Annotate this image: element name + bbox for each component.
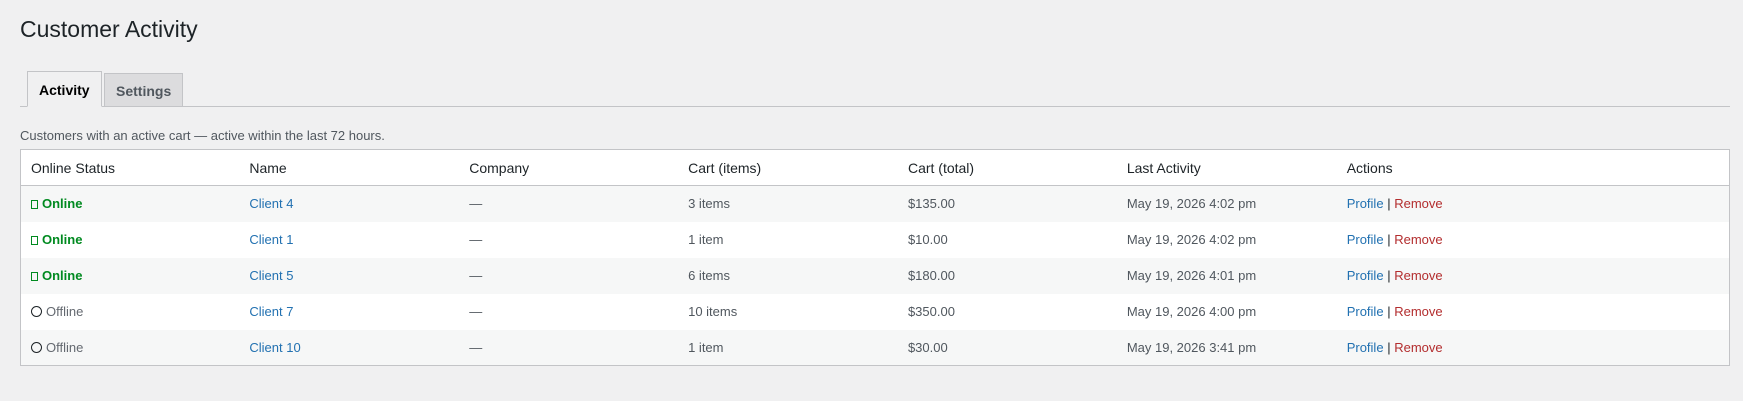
company-cell: — — [459, 329, 679, 366]
status-online: Online — [31, 268, 82, 283]
online-indicator-icon — [31, 200, 38, 210]
action-separator: | — [1387, 232, 1391, 247]
table-row: Offline Client 10 — 1 item $30.00 May 19… — [20, 329, 1730, 366]
company-cell: — — [469, 304, 483, 319]
column-header-online-status: Online Status — [20, 149, 240, 186]
table-row: Online Client 4 — 3 items $135.00 May 19… — [20, 185, 1730, 222]
status-offline: Offline — [31, 340, 83, 355]
last-activity-cell: May 19, 2026 4:01 pm — [1116, 257, 1337, 294]
status-label: Online — [42, 196, 83, 212]
cart-items-cell: 1 item — [688, 232, 724, 247]
profile-link[interactable]: Profile — [1347, 268, 1384, 283]
table-header-row: Online Status Name Company Cart (items) … — [20, 149, 1730, 186]
customer-name-link[interactable]: Client 10 — [249, 340, 300, 355]
actions-cell: Profile | Remove — [1336, 329, 1730, 366]
table-row: Online Client 5 — 6 items $180.00 May 19… — [20, 257, 1730, 294]
status-label: Online — [42, 268, 83, 283]
page-wrap: Customer Activity Activity Settings Cust… — [20, 0, 1730, 366]
column-header-actions: Actions — [1336, 149, 1730, 186]
cart-total-cell: $10.00 — [907, 232, 948, 247]
action-separator: | — [1387, 304, 1391, 319]
customer-name-link[interactable]: Client 4 — [249, 196, 293, 211]
cart-items-cell: 6 items — [678, 257, 898, 294]
online-status-cell: Offline — [21, 294, 240, 330]
action-separator: | — [1387, 339, 1391, 355]
table-row: Online Client 1 — 1 item $10.00 May 19, … — [21, 222, 1730, 258]
cart-items-cell: 3 items — [678, 185, 898, 222]
online-status-cell: Online — [20, 185, 240, 222]
column-header-cart-total: Cart (total) — [897, 149, 1117, 186]
status-label: Offline — [46, 339, 84, 355]
table-row: Offline Client 7 — 10 items $350.00 May … — [21, 294, 1730, 330]
column-header-name: Name — [239, 149, 460, 186]
company-cell: — — [459, 257, 679, 294]
customer-name-link[interactable]: Client 5 — [249, 268, 293, 283]
column-header-last-activity: Last Activity — [1116, 149, 1337, 186]
profile-link[interactable]: Profile — [1347, 232, 1384, 247]
online-status-cell: Online — [21, 222, 240, 258]
actions-cell: Profile | Remove — [1336, 257, 1730, 294]
customer-name-link[interactable]: Client 1 — [249, 232, 293, 247]
last-activity-cell: May 19, 2026 3:41 pm — [1116, 329, 1337, 366]
tab-settings[interactable]: Settings — [104, 73, 184, 107]
last-activity-cell: May 19, 2026 4:02 pm — [1116, 185, 1337, 222]
online-status-cell: Offline — [20, 329, 240, 366]
actions-cell: Profile | Remove — [1337, 294, 1730, 330]
company-cell: — — [459, 185, 679, 222]
page-title: Customer Activity — [20, 16, 198, 42]
actions-cell: Profile | Remove — [1336, 185, 1730, 222]
remove-link[interactable]: Remove — [1394, 196, 1442, 211]
name-cell: Client 5 — [239, 257, 460, 294]
online-indicator-icon — [31, 236, 38, 245]
profile-link[interactable]: Profile — [1347, 340, 1384, 355]
online-indicator-icon — [31, 272, 38, 281]
online-status-cell: Online — [20, 257, 240, 294]
name-cell: Client 1 — [239, 222, 459, 258]
status-offline: Offline — [31, 304, 83, 319]
profile-link[interactable]: Profile — [1347, 196, 1384, 211]
name-cell: Client 7 — [239, 294, 459, 330]
status-label: Online — [42, 232, 83, 247]
name-cell: Client 4 — [239, 185, 460, 222]
action-separator: | — [1387, 268, 1391, 283]
cart-total-cell: $30.00 — [897, 329, 1117, 366]
status-online: Online — [31, 196, 82, 211]
customer-name-link[interactable]: Client 7 — [249, 304, 293, 319]
company-cell: — — [469, 232, 483, 247]
tab-activity[interactable]: Activity — [27, 71, 102, 107]
page-description: Customers with an active cart — active w… — [20, 128, 385, 143]
remove-link[interactable]: Remove — [1394, 304, 1442, 319]
cart-total-cell: $350.00 — [907, 304, 955, 319]
last-activity-cell: May 19, 2026 4:00 pm — [1126, 304, 1257, 319]
profile-link[interactable]: Profile — [1347, 304, 1384, 319]
cart-items-cell: 10 items — [688, 304, 738, 319]
column-header-cart-items: Cart (items) — [678, 149, 898, 186]
last-activity-cell: May 19, 2026 4:02 pm — [1126, 232, 1257, 247]
remove-link[interactable]: Remove — [1394, 232, 1442, 247]
tab-bar: Activity Settings — [20, 70, 1730, 107]
remove-link[interactable]: Remove — [1394, 340, 1442, 355]
name-cell: Client 10 — [239, 329, 460, 366]
column-header-company: Company — [459, 149, 679, 186]
remove-link[interactable]: Remove — [1394, 268, 1442, 283]
actions-cell: Profile | Remove — [1337, 222, 1730, 258]
offline-circle-icon — [31, 306, 42, 317]
action-separator: | — [1387, 196, 1391, 212]
cart-total-cell: $135.00 — [897, 185, 1117, 222]
cart-items-cell: 1 item — [678, 329, 898, 366]
status-label: Offline — [46, 304, 84, 319]
status-online: Online — [31, 232, 82, 247]
offline-circle-icon — [31, 341, 42, 353]
cart-total-cell: $180.00 — [897, 257, 1117, 294]
customer-activity-table: Online Status Name Company Cart (items) … — [20, 149, 1730, 366]
